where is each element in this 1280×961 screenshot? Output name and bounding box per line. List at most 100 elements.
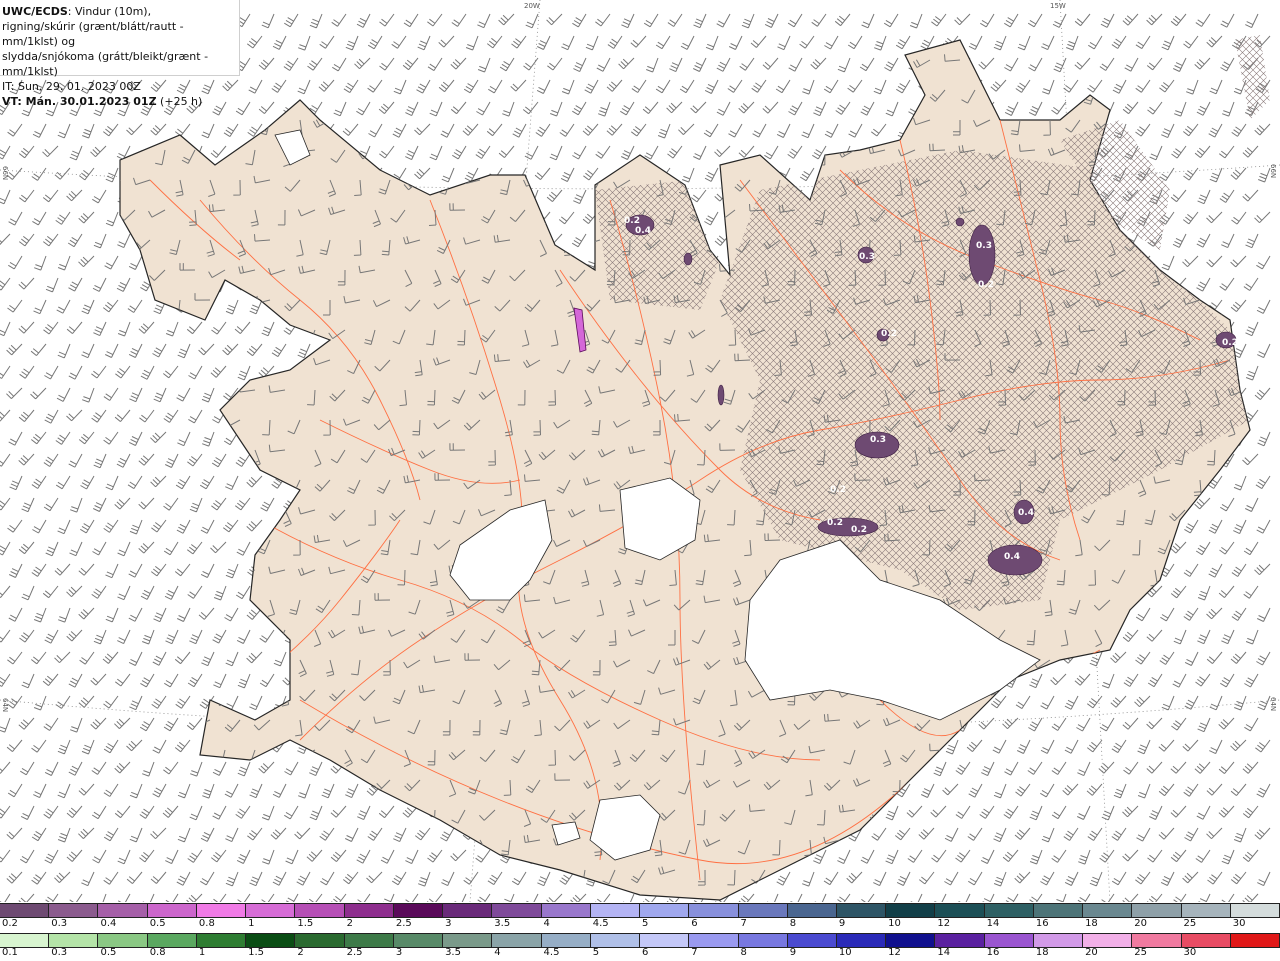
wind-barb xyxy=(102,299,119,313)
wind-barb xyxy=(378,805,395,819)
snow-colorbar-ticks: 0.2 0.3 0.4 0.5 0.8 1 1.5 2 2.5 3 3.5 4 4.5 5 6 7 8 9 10 12… xyxy=(0,918,1280,932)
wind-barb xyxy=(1135,35,1151,50)
wind-barb xyxy=(31,739,47,753)
wind-barb xyxy=(1194,761,1211,774)
wind-barb xyxy=(741,13,755,29)
colorbar-tick-label: 6 xyxy=(691,918,698,929)
wind-barb xyxy=(1135,79,1151,93)
wind-barb xyxy=(1079,719,1087,737)
wind-barb xyxy=(1101,805,1115,821)
colorbar-tick-label: 20 xyxy=(1085,947,1098,958)
forecast-map[interactable]: 0.4 0.2 0.3 0.3 0.2 0.2 0.3 0.2 0.2 0.4 … xyxy=(0,0,1280,902)
wind-barb xyxy=(968,35,983,50)
wind-barb xyxy=(1194,57,1211,70)
wind-barb xyxy=(1213,659,1231,668)
wind-barb xyxy=(1149,805,1163,820)
wind-barb xyxy=(20,805,35,820)
wind-barb xyxy=(69,541,83,557)
wind-barb xyxy=(319,35,335,49)
wind-barb xyxy=(572,13,587,28)
wind-barb xyxy=(1015,79,1031,93)
wind-barb xyxy=(43,321,59,335)
legend-area: 0.2 0.3 0.4 0.5 0.8 1 1.5 2 2.5 3 3.5 4 4.5 5 6 7 8 9 10 12… xyxy=(0,902,1280,960)
colorbar-swatch xyxy=(49,934,99,947)
wind-barb xyxy=(152,739,167,754)
colorbar-swatch xyxy=(344,934,394,947)
wind-barb xyxy=(239,83,255,91)
wind-barb xyxy=(1245,629,1259,645)
wind-barb xyxy=(596,57,611,72)
wind-barb xyxy=(1064,871,1079,886)
wind-barb xyxy=(140,365,155,380)
wind-barb xyxy=(944,827,959,842)
wind-barb xyxy=(1256,255,1271,270)
wind-barb xyxy=(78,695,95,708)
wind-barb xyxy=(895,35,911,50)
wind-barb xyxy=(308,89,316,106)
wind-barb xyxy=(861,13,875,29)
colorbar-swatch xyxy=(590,934,641,947)
wind-barb xyxy=(225,651,239,667)
wind-barb xyxy=(630,35,647,48)
wind-barb xyxy=(620,145,635,160)
wind-barb xyxy=(297,749,316,758)
wind-barb xyxy=(1098,761,1115,774)
wind-barb xyxy=(272,871,287,886)
wind-barb xyxy=(680,35,695,50)
wind-barb xyxy=(129,387,143,403)
wind-barb xyxy=(1233,827,1247,843)
wind-barb xyxy=(266,659,274,677)
wind-barb xyxy=(441,167,455,183)
wind-barb xyxy=(120,539,121,549)
wind-barb xyxy=(762,101,779,114)
wind-barb xyxy=(655,35,671,50)
colorbar-tick-label: 4 xyxy=(543,918,550,929)
wind-barb xyxy=(0,585,11,598)
wind-barb xyxy=(787,869,796,886)
wind-barb xyxy=(102,893,107,902)
wind-barb xyxy=(955,761,971,775)
wind-barb xyxy=(1218,585,1235,598)
wind-barb xyxy=(1258,167,1271,183)
wind-barb xyxy=(318,79,335,92)
wind-barb xyxy=(1015,783,1031,797)
wind-barb xyxy=(163,419,181,429)
wind-barb xyxy=(54,651,71,664)
wind-barb xyxy=(405,145,419,161)
wind-barb xyxy=(1135,123,1151,137)
colorbar-tick-label: 14 xyxy=(986,918,1000,929)
wind-barb xyxy=(213,673,227,689)
colorbar-swatch xyxy=(49,904,99,917)
wind-barb xyxy=(1093,836,1111,846)
wind-barb xyxy=(1197,629,1211,645)
wind-barb xyxy=(200,827,215,842)
wind-barb xyxy=(0,717,11,733)
wind-barb xyxy=(128,431,143,446)
wind-barb xyxy=(1257,343,1271,359)
wind-barb xyxy=(835,101,851,115)
wind-barb xyxy=(1219,277,1235,291)
wind-barb xyxy=(550,101,563,117)
wind-barb xyxy=(1062,783,1079,796)
wind-barb xyxy=(622,893,635,902)
wind-barb xyxy=(195,839,211,854)
wind-barb xyxy=(1149,145,1163,161)
wind-barb xyxy=(673,116,691,124)
wind-barb xyxy=(433,119,451,130)
wind-barb xyxy=(934,893,947,902)
wind-barb xyxy=(582,123,599,136)
wind-barb xyxy=(366,871,383,884)
wind-barb xyxy=(560,167,575,182)
wind-barb xyxy=(1159,79,1175,93)
colorbar-tick-label: 12 xyxy=(888,947,901,958)
wind-barb xyxy=(873,79,887,95)
wind-barb xyxy=(1242,761,1259,774)
wind-barb xyxy=(776,871,791,886)
wind-barb xyxy=(174,651,191,665)
wind-barb xyxy=(714,145,731,158)
wind-barb xyxy=(6,827,23,840)
wind-barb xyxy=(271,343,287,358)
wind-barb xyxy=(103,695,119,709)
wind-barb xyxy=(738,893,755,902)
wind-barb xyxy=(237,365,251,381)
